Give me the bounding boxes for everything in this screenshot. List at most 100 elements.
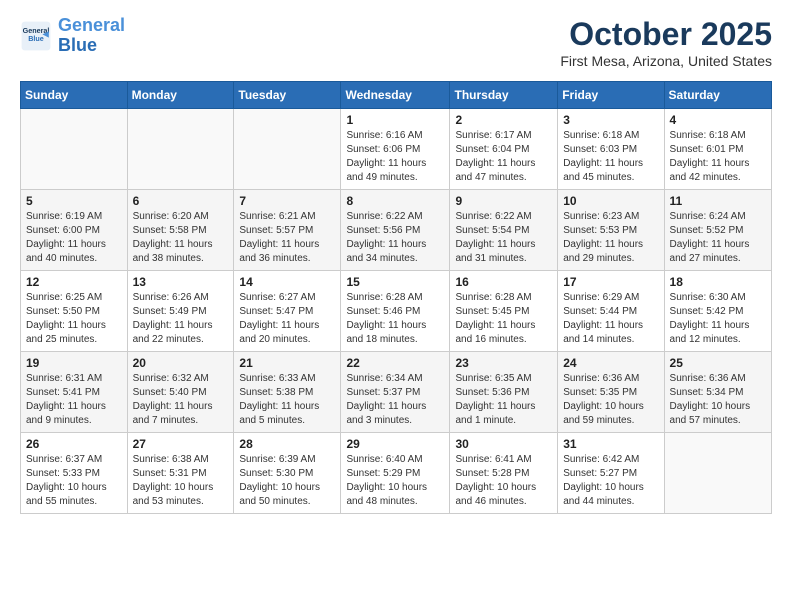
day-number: 25	[670, 356, 766, 370]
cell-info: Sunrise: 6:28 AM Sunset: 5:46 PM Dayligh…	[346, 291, 444, 347]
calendar-cell: 27Sunrise: 6:38 AM Sunset: 5:31 PM Dayli…	[127, 433, 234, 514]
cell-info: Sunrise: 6:30 AM Sunset: 5:42 PM Dayligh…	[670, 291, 766, 347]
cell-info: Sunrise: 6:36 AM Sunset: 5:35 PM Dayligh…	[563, 372, 658, 428]
calendar-cell: 12 Sunrise: 6:25 AM Sunset: 5:50 PM Dayli…	[21, 271, 128, 352]
month-title: October 2025	[560, 16, 772, 53]
day-number: 15	[346, 275, 444, 289]
weekday-wednesday: Wednesday	[341, 82, 450, 109]
calendar-cell: 21 Sunrise: 6:33 AM Sunset: 5:38 PM Dayli…	[234, 352, 341, 433]
calendar-cell: 19 Sunrise: 6:31 AM Sunset: 5:41 PM Dayli…	[21, 352, 128, 433]
calendar-week-1: 1 Sunrise: 6:16 AM Sunset: 6:06 PM Daylig…	[21, 109, 772, 190]
day-number: 16	[455, 275, 552, 289]
calendar-cell: 20Sunrise: 6:32 AM Sunset: 5:40 PM Dayli…	[127, 352, 234, 433]
day-number: 19	[26, 356, 122, 370]
day-number: 30	[455, 437, 552, 451]
cell-info: Sunrise: 6:20 AM Sunset: 5:58 PM Dayligh…	[133, 210, 229, 266]
day-number: 21	[239, 356, 335, 370]
calendar-cell: 22 Sunrise: 6:34 AM Sunset: 5:37 PM Dayli…	[341, 352, 450, 433]
cell-info: Sunrise: 6:28 AM Sunset: 5:45 PM Dayligh…	[455, 291, 552, 347]
cell-info: Sunrise: 6:31 AM Sunset: 5:41 PM Dayligh…	[26, 372, 122, 428]
cell-info: Sunrise: 6:19 AM Sunset: 6:00 PM Dayligh…	[26, 210, 122, 266]
day-number: 26	[26, 437, 122, 451]
calendar-cell: 28Sunrise: 6:39 AM Sunset: 5:30 PM Dayli…	[234, 433, 341, 514]
calendar-cell: 18 Sunrise: 6:30 AM Sunset: 5:42 PM Dayli…	[664, 271, 771, 352]
calendar-cell: 3 Sunrise: 6:18 AM Sunset: 6:03 PM Daylig…	[558, 109, 664, 190]
day-number: 3	[563, 113, 658, 127]
calendar-cell: 23Sunrise: 6:35 AM Sunset: 5:36 PM Dayli…	[450, 352, 558, 433]
calendar-week-5: 26 Sunrise: 6:37 AM Sunset: 5:33 PM Dayli…	[21, 433, 772, 514]
calendar-cell: 8 Sunrise: 6:22 AM Sunset: 5:56 PM Daylig…	[341, 190, 450, 271]
cell-info: Sunrise: 6:23 AM Sunset: 5:53 PM Dayligh…	[563, 210, 658, 266]
cell-info: Sunrise: 6:18 AM Sunset: 6:03 PM Dayligh…	[563, 129, 658, 185]
cell-info: Sunrise: 6:18 AM Sunset: 6:01 PM Dayligh…	[670, 129, 766, 185]
calendar-cell: 14 Sunrise: 6:27 AM Sunset: 5:47 PM Dayli…	[234, 271, 341, 352]
weekday-thursday: Thursday	[450, 82, 558, 109]
calendar-cell: 10 Sunrise: 6:23 AM Sunset: 5:53 PM Dayli…	[558, 190, 664, 271]
day-number: 1	[346, 113, 444, 127]
calendar-week-4: 19 Sunrise: 6:31 AM Sunset: 5:41 PM Dayli…	[21, 352, 772, 433]
calendar-cell: 11 Sunrise: 6:24 AM Sunset: 5:52 PM Dayli…	[664, 190, 771, 271]
calendar-cell: 13Sunrise: 6:26 AM Sunset: 5:49 PM Dayli…	[127, 271, 234, 352]
cell-info: Sunrise: 6:21 AM Sunset: 5:57 PM Dayligh…	[239, 210, 335, 266]
calendar-cell: 5 Sunrise: 6:19 AM Sunset: 6:00 PM Daylig…	[21, 190, 128, 271]
day-number: 17	[563, 275, 658, 289]
calendar-body: 1 Sunrise: 6:16 AM Sunset: 6:06 PM Daylig…	[21, 109, 772, 514]
calendar-cell: 6 Sunrise: 6:20 AM Sunset: 5:58 PM Daylig…	[127, 190, 234, 271]
calendar-cell: 1 Sunrise: 6:16 AM Sunset: 6:06 PM Daylig…	[341, 109, 450, 190]
day-number: 7	[239, 194, 335, 208]
calendar-cell	[127, 109, 234, 190]
cell-info: Sunrise: 6:25 AM Sunset: 5:50 PM Dayligh…	[26, 291, 122, 347]
day-number: 20	[133, 356, 229, 370]
calendar-cell: 24 Sunrise: 6:36 AM Sunset: 5:35 PM Dayli…	[558, 352, 664, 433]
weekday-monday: Monday	[127, 82, 234, 109]
day-number: 13	[133, 275, 229, 289]
logo-icon: General Blue	[20, 20, 52, 52]
day-number: 12	[26, 275, 122, 289]
calendar-week-3: 12 Sunrise: 6:25 AM Sunset: 5:50 PM Dayli…	[21, 271, 772, 352]
weekday-friday: Friday	[558, 82, 664, 109]
cell-info: Sunrise: 6:41 AM Sunset: 5:28 PM Dayligh…	[455, 453, 552, 509]
day-number: 6	[133, 194, 229, 208]
svg-text:Blue: Blue	[28, 34, 44, 43]
day-number: 23	[455, 356, 552, 370]
cell-info: Sunrise: 6:24 AM Sunset: 5:52 PM Dayligh…	[670, 210, 766, 266]
day-number: 22	[346, 356, 444, 370]
calendar-cell: 29Sunrise: 6:40 AM Sunset: 5:29 PM Dayli…	[341, 433, 450, 514]
calendar-cell: 2Sunrise: 6:17 AM Sunset: 6:04 PM Daylig…	[450, 109, 558, 190]
calendar-cell	[21, 109, 128, 190]
day-number: 14	[239, 275, 335, 289]
cell-info: Sunrise: 6:29 AM Sunset: 5:44 PM Dayligh…	[563, 291, 658, 347]
day-number: 28	[239, 437, 335, 451]
day-number: 18	[670, 275, 766, 289]
calendar-cell: 30 Sunrise: 6:41 AM Sunset: 5:28 PM Dayli…	[450, 433, 558, 514]
day-number: 31	[563, 437, 658, 451]
day-number: 24	[563, 356, 658, 370]
weekday-saturday: Saturday	[664, 82, 771, 109]
day-number: 10	[563, 194, 658, 208]
day-number: 27	[133, 437, 229, 451]
cell-info: Sunrise: 6:27 AM Sunset: 5:47 PM Dayligh…	[239, 291, 335, 347]
cell-info: Sunrise: 6:40 AM Sunset: 5:29 PM Dayligh…	[346, 453, 444, 509]
logo: General Blue GeneralBlue	[20, 16, 125, 56]
cell-info: Sunrise: 6:34 AM Sunset: 5:37 PM Dayligh…	[346, 372, 444, 428]
calendar-cell: 15 Sunrise: 6:28 AM Sunset: 5:46 PM Dayli…	[341, 271, 450, 352]
cell-info: Sunrise: 6:33 AM Sunset: 5:38 PM Dayligh…	[239, 372, 335, 428]
cell-info: Sunrise: 6:16 AM Sunset: 6:06 PM Dayligh…	[346, 129, 444, 185]
location: First Mesa, Arizona, United States	[560, 53, 772, 69]
day-number: 11	[670, 194, 766, 208]
day-number: 5	[26, 194, 122, 208]
title-block: October 2025 First Mesa, Arizona, United…	[560, 16, 772, 69]
day-number: 2	[455, 113, 552, 127]
calendar-cell	[234, 109, 341, 190]
calendar-cell: 9 Sunrise: 6:22 AM Sunset: 5:54 PM Daylig…	[450, 190, 558, 271]
cell-info: Sunrise: 6:22 AM Sunset: 5:56 PM Dayligh…	[346, 210, 444, 266]
calendar-cell: 7 Sunrise: 6:21 AM Sunset: 5:57 PM Daylig…	[234, 190, 341, 271]
calendar-cell: 16 Sunrise: 6:28 AM Sunset: 5:45 PM Dayli…	[450, 271, 558, 352]
cell-info: Sunrise: 6:36 AM Sunset: 5:34 PM Dayligh…	[670, 372, 766, 428]
cell-info: Sunrise: 6:37 AM Sunset: 5:33 PM Dayligh…	[26, 453, 122, 509]
day-number: 9	[455, 194, 552, 208]
calendar-cell: 25 Sunrise: 6:36 AM Sunset: 5:34 PM Dayli…	[664, 352, 771, 433]
weekday-tuesday: Tuesday	[234, 82, 341, 109]
day-number: 8	[346, 194, 444, 208]
cell-info: Sunrise: 6:22 AM Sunset: 5:54 PM Dayligh…	[455, 210, 552, 266]
